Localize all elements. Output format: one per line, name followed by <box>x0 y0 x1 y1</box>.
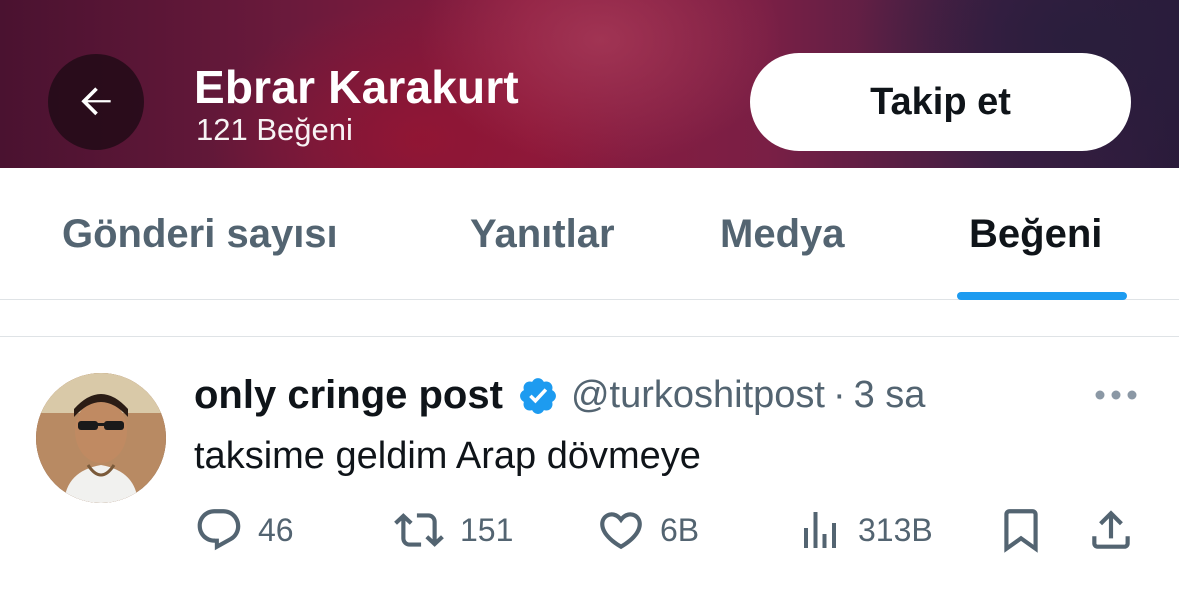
post-author-line: only cringe post @turkoshitpost · 3 sa <box>194 373 925 418</box>
profile-name: Ebrar Karakurt <box>194 61 519 113</box>
author-name[interactable]: only cringe post <box>194 373 503 418</box>
profile-tabs: Gönderi sayısı Yanıtlar Medya Beğeni <box>0 168 1179 300</box>
repost-icon <box>394 513 444 547</box>
heart-icon <box>600 512 642 550</box>
more-horizontal-icon <box>1095 390 1137 400</box>
profile-header: Ebrar Karakurt 121 Beğeni Takip et <box>0 0 1179 168</box>
tab-replies[interactable]: Yanıtlar <box>470 212 615 257</box>
repost-count: 151 <box>460 511 514 548</box>
like-count: 6B <box>660 511 700 548</box>
post-time[interactable]: 3 sa <box>854 374 926 417</box>
share-button[interactable] <box>1086 505 1136 555</box>
more-options-button[interactable] <box>1094 387 1138 408</box>
likes-count: 121 Beğeni <box>196 112 353 147</box>
reply-button[interactable]: 46 <box>194 505 294 555</box>
active-tab-indicator <box>957 292 1127 300</box>
bar-chart-icon <box>804 512 836 548</box>
verified-badge-icon <box>520 377 556 414</box>
author-handle[interactable]: @turkoshitpost <box>571 374 825 417</box>
share-icon <box>1092 510 1130 549</box>
reply-count: 46 <box>258 511 294 548</box>
follow-button[interactable]: Takip et <box>750 53 1131 151</box>
bookmark-button[interactable] <box>996 505 1046 555</box>
post-text: taksime geldim Arap dövmeye <box>194 435 701 477</box>
tab-media[interactable]: Medya <box>720 212 845 257</box>
reply-icon <box>197 509 241 551</box>
post-item[interactable]: only cringe post @turkoshitpost · 3 sa t… <box>0 337 1179 608</box>
views-count: 313B <box>858 511 933 548</box>
arrow-left-icon <box>81 87 111 116</box>
bookmark-icon <box>1004 509 1038 553</box>
repost-button[interactable]: 151 <box>392 505 513 555</box>
separator-dot: · <box>832 374 846 416</box>
avatar[interactable] <box>36 373 166 503</box>
tab-likes[interactable]: Beğeni <box>969 212 1102 257</box>
back-button[interactable] <box>48 54 144 150</box>
like-button[interactable]: 6B <box>596 505 699 555</box>
post-actions: 46 151 6B 313B <box>0 505 1179 565</box>
views-button[interactable]: 313B <box>796 505 933 555</box>
tab-posts[interactable]: Gönderi sayısı <box>62 212 338 257</box>
avatar-image <box>36 373 166 503</box>
